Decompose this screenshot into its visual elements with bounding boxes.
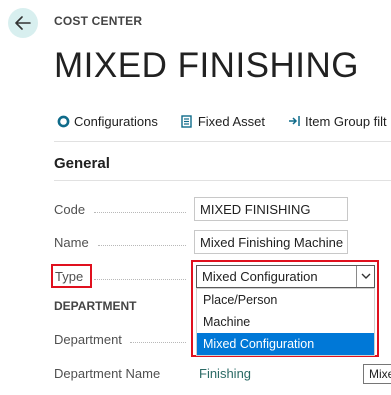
department-label: Department	[54, 332, 122, 347]
option-place-person[interactable]: Place/Person	[197, 289, 374, 311]
section-divider	[54, 180, 391, 181]
department-name-value[interactable]: Finishing	[199, 366, 251, 381]
option-machine[interactable]: Machine	[197, 311, 374, 333]
type-select-value: Mixed Configuration	[202, 269, 318, 284]
chevron-down-icon[interactable]	[356, 266, 374, 287]
configurations-action[interactable]: Configurations	[56, 114, 158, 129]
department-subheading: DEPARTMENT	[54, 299, 137, 313]
entity-type-label: COST CENTER	[54, 14, 143, 28]
code-label: Code	[54, 202, 86, 217]
document-icon	[180, 114, 194, 128]
name-field[interactable]: Mixed Finishing Machine	[194, 230, 348, 254]
field-leader-dots	[98, 244, 186, 246]
action-bar: Configurations Fixed Asset Item Group fi…	[56, 111, 391, 131]
type-select[interactable]: Mixed Configuration	[196, 265, 375, 288]
type-dropdown-list: Place/Person Machine Mixed Configuration	[196, 288, 375, 356]
option-mixed-configuration[interactable]: Mixed Configuration	[197, 333, 374, 355]
divider	[54, 141, 391, 142]
fixed-asset-action[interactable]: Fixed Asset	[180, 114, 265, 129]
page-title: MIXED FINISHING	[54, 46, 360, 85]
code-field[interactable]: MIXED FINISHING	[194, 197, 348, 221]
tooltip: Mixe	[363, 364, 391, 384]
item-group-filter-label: Item Group filt	[305, 113, 387, 129]
field-leader-dots	[94, 278, 186, 280]
type-label: Type	[55, 269, 84, 284]
field-leader-dots	[130, 341, 186, 343]
back-button[interactable]	[8, 8, 38, 38]
department-name-label: Department Name	[54, 366, 161, 381]
item-group-filter-action[interactable]: Item Group filt	[287, 114, 387, 129]
filter-arrow-icon	[287, 114, 301, 128]
name-label: Name	[54, 235, 89, 250]
arrow-left-icon	[15, 16, 31, 30]
gear-icon	[56, 114, 70, 128]
fixed-asset-label: Fixed Asset	[197, 113, 266, 129]
configurations-label: Configurations	[74, 113, 158, 129]
section-title-general: General	[54, 155, 110, 172]
field-leader-dots	[94, 211, 186, 213]
